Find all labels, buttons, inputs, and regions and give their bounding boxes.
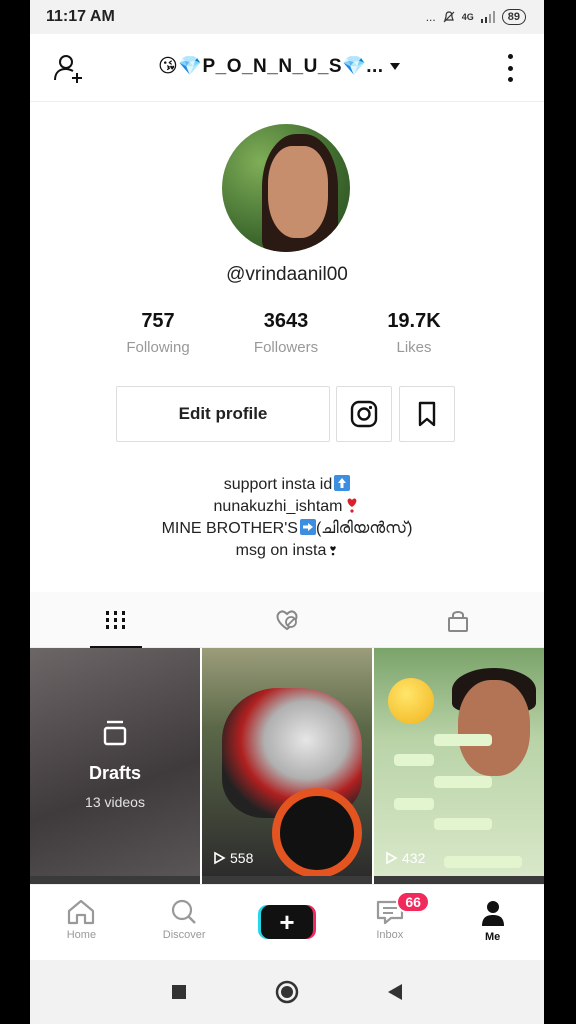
bio-line: nunakuzhi_ishtam bbox=[30, 496, 544, 518]
status-time: 11:17 AM bbox=[46, 8, 115, 25]
stat-following[interactable]: 757 Following bbox=[94, 310, 222, 356]
play-icon bbox=[386, 851, 398, 865]
nav-label: Me bbox=[484, 931, 501, 943]
tab-private[interactable] bbox=[373, 592, 544, 647]
instagram-button[interactable] bbox=[336, 386, 392, 442]
account-title: 😘💎P_O_N_N_U_S💎... bbox=[158, 56, 384, 77]
back-icon[interactable] bbox=[386, 982, 404, 1002]
video-grid: Drafts 13 videos 558 432 bbox=[30, 648, 544, 876]
phone-screen: 11:17 AM ... 4G 89 😘💎P_O_N_N_U_S💎... @vr bbox=[30, 0, 544, 1024]
drafts-info: Drafts 13 videos bbox=[30, 718, 200, 810]
tab-videos[interactable] bbox=[30, 592, 201, 648]
stat-followers[interactable]: 3643 Followers bbox=[222, 310, 350, 356]
inbox-badge: 66 bbox=[396, 891, 430, 913]
view-count: 558 bbox=[212, 850, 253, 866]
video-thumbnail-face bbox=[458, 680, 530, 776]
mute-icon bbox=[443, 11, 455, 23]
chevron-down-icon bbox=[389, 62, 400, 70]
profile-handle: @vrindaanil00 bbox=[226, 264, 348, 285]
chat-bubble bbox=[434, 734, 492, 746]
plus-icon: + bbox=[279, 907, 295, 937]
kiss-emoji-icon bbox=[388, 678, 434, 724]
vertical-dots-icon[interactable] bbox=[506, 54, 514, 82]
home-circle-icon[interactable] bbox=[274, 979, 300, 1005]
avatar[interactable] bbox=[222, 124, 350, 252]
bio-line: msg on insta bbox=[30, 540, 544, 562]
home-icon bbox=[68, 899, 95, 925]
heart-exclamation-icon bbox=[348, 498, 357, 513]
bio-line: MINE BROTHER'S (ചിരിയൻസ്) bbox=[161, 519, 413, 537]
bookmark-button[interactable] bbox=[399, 386, 455, 442]
liked-hidden-icon bbox=[276, 609, 298, 630]
bio-line: support insta id bbox=[30, 474, 544, 496]
nav-label: Discover bbox=[162, 929, 206, 941]
right-arrow-emoji-icon bbox=[299, 519, 316, 535]
stat-label: Likes bbox=[396, 339, 432, 356]
edit-profile-button[interactable]: Edit profile bbox=[116, 386, 330, 442]
grid-icon bbox=[105, 610, 125, 629]
drafts-icon bbox=[103, 720, 127, 746]
drafts-title: Drafts bbox=[88, 763, 141, 783]
profile-header: 😘💎P_O_N_N_U_S💎... bbox=[30, 34, 544, 102]
drafts-count: 13 videos bbox=[85, 794, 145, 810]
network-label: 4G bbox=[461, 12, 474, 22]
tab-liked[interactable] bbox=[201, 592, 372, 647]
signal-icon bbox=[480, 11, 495, 23]
stat-label: Following bbox=[126, 339, 190, 356]
up-arrow-emoji-icon bbox=[334, 475, 351, 491]
stat-label: Followers bbox=[253, 339, 319, 356]
chat-bubble bbox=[394, 798, 434, 810]
view-count: 432 bbox=[384, 850, 425, 866]
account-switcher[interactable]: 😘💎P_O_N_N_U_S💎... bbox=[158, 54, 400, 78]
nav-create[interactable]: + bbox=[236, 885, 339, 960]
status-bar: 11:17 AM ... 4G 89 bbox=[30, 0, 544, 34]
stat-value: 757 bbox=[141, 310, 175, 332]
video-tile[interactable]: 432 bbox=[374, 648, 544, 876]
stat-likes[interactable]: 19.7K Likes bbox=[350, 310, 478, 356]
nav-label: Home bbox=[66, 929, 97, 941]
person-add-icon[interactable] bbox=[52, 52, 86, 86]
stat-value: 19.7K bbox=[387, 310, 441, 332]
lock-icon bbox=[448, 610, 469, 632]
bottom-nav: Home Discover + 66 Inbox Me bbox=[30, 884, 544, 960]
nav-me[interactable]: Me bbox=[441, 885, 544, 960]
system-nav-bar bbox=[30, 960, 544, 1024]
profile-stats: 757 Following 3643 Followers 19.7K Likes bbox=[94, 310, 478, 356]
nav-discover[interactable]: Discover bbox=[133, 885, 236, 960]
person-icon bbox=[481, 901, 504, 926]
nav-inbox[interactable]: 66 Inbox bbox=[338, 885, 441, 960]
stat-value: 3643 bbox=[263, 310, 309, 332]
nav-label: Inbox bbox=[376, 929, 404, 941]
recents-icon[interactable] bbox=[170, 983, 188, 1001]
drafts-tile[interactable]: Drafts 13 videos bbox=[30, 648, 200, 876]
profile-bio: support insta id nunakuzhi_ishtam MINE B… bbox=[30, 474, 544, 562]
chat-bubble bbox=[394, 754, 434, 766]
video-thumbnail-wheel bbox=[272, 788, 362, 876]
chat-bubble bbox=[434, 776, 492, 788]
bookmark-icon bbox=[418, 401, 436, 427]
nav-home[interactable]: Home bbox=[30, 885, 133, 960]
chat-bubble bbox=[444, 856, 522, 868]
avatar-face bbox=[268, 146, 328, 238]
create-button[interactable]: + bbox=[260, 905, 313, 939]
search-icon bbox=[172, 899, 197, 924]
video-tile[interactable]: 558 bbox=[202, 648, 372, 876]
profile-tabs bbox=[30, 592, 544, 648]
status-dots: ... bbox=[425, 10, 436, 24]
play-icon bbox=[214, 851, 226, 865]
instagram-icon bbox=[350, 400, 378, 428]
heart-exclamation-icon bbox=[330, 546, 337, 556]
battery-indicator: 89 bbox=[501, 9, 526, 25]
chat-bubble bbox=[434, 818, 492, 830]
status-indicators: ... 4G 89 bbox=[426, 9, 526, 25]
